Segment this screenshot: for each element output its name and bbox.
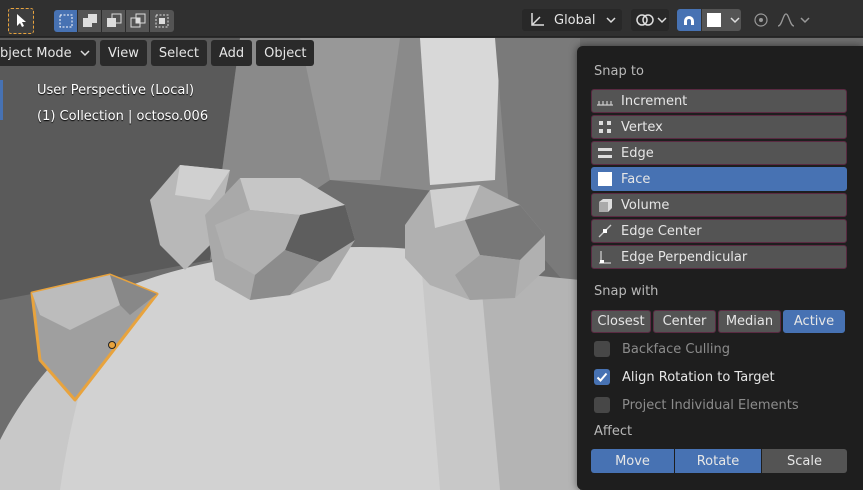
snap-face-icon [707, 13, 721, 27]
mode-invert-icon [130, 13, 145, 28]
menu-object[interactable]: Object [256, 40, 315, 66]
orientation-icon [531, 13, 544, 26]
edge-center-icon [596, 223, 614, 239]
project-individual-checkbox[interactable] [594, 397, 610, 413]
vertex-icon [596, 119, 614, 135]
viewport-header: Global [0, 0, 863, 37]
selection-mode-group [54, 10, 174, 32]
orientation-label: Global [554, 12, 596, 28]
snap-to-heading: Snap to [594, 64, 644, 79]
snap-with-group: Closest Center Median Active [591, 310, 845, 333]
align-rotation-checkbox[interactable] [594, 369, 610, 385]
proportional-edit-icon [754, 13, 768, 27]
face-icon [596, 171, 614, 187]
checkmark-icon [596, 372, 608, 382]
snap-with-active[interactable]: Active [783, 310, 845, 333]
interaction-mode-dropdown[interactable]: bject Mode [0, 40, 96, 66]
falloff-icon [777, 13, 795, 27]
snap-to-edge-center[interactable]: Edge Center [591, 219, 847, 243]
mode-new-button[interactable] [54, 10, 78, 32]
snap-item-label: Volume [621, 197, 670, 213]
menu-select[interactable]: Select [150, 40, 207, 66]
viewport-collection-label: (1) Collection | octoso.006 [37, 109, 209, 124]
option-label: Align Rotation to Target [622, 369, 775, 385]
toolbar-edge-tab[interactable] [0, 80, 3, 120]
viewport-menubar: bject Mode View Select Add Object [0, 40, 315, 66]
mode-extend-button[interactable] [78, 10, 102, 32]
pivot-point-dropdown[interactable] [631, 9, 669, 31]
pivot-icon [636, 14, 654, 26]
affect-group: Move Rotate Scale [591, 449, 847, 473]
snap-to-vertex[interactable]: Vertex [591, 115, 847, 139]
snap-item-label: Edge Center [621, 223, 702, 239]
mode-invert-button[interactable] [126, 10, 150, 32]
falloff-dropdown[interactable] [776, 9, 812, 31]
snap-item-label: Edge [621, 145, 654, 161]
select-box-icon [17, 14, 26, 27]
snap-item-label: Edge Perpendicular [621, 249, 748, 265]
mode-intersect-icon [155, 14, 169, 28]
backface-culling-option[interactable]: Backface Culling [594, 341, 730, 357]
backface-culling-checkbox[interactable] [594, 341, 610, 357]
option-label: Project Individual Elements [622, 397, 799, 413]
snap-to-increment[interactable]: Increment [591, 89, 847, 113]
viewport-perspective-label: User Perspective (Local) [37, 83, 195, 98]
affect-scale-button[interactable]: Scale [762, 449, 847, 473]
mode-intersect-button[interactable] [150, 10, 174, 32]
mode-new-icon [59, 14, 72, 28]
chevron-down-icon [730, 17, 740, 24]
mode-extend-icon [82, 14, 97, 27]
option-label: Backface Culling [622, 341, 731, 357]
snap-to-list: Increment Vertex Edge Face Volume Edge C… [591, 89, 847, 271]
snap-to-face[interactable]: Face [591, 167, 847, 191]
snap-with-center[interactable]: Center [653, 310, 716, 333]
snap-to-edge-perpendicular[interactable]: Edge Perpendicular [591, 245, 847, 269]
transform-orientation-dropdown[interactable]: Global [522, 9, 622, 31]
proportional-edit-button[interactable] [752, 11, 770, 29]
affect-move-button[interactable]: Move [591, 449, 674, 473]
project-individual-option[interactable]: Project Individual Elements [594, 397, 799, 413]
chevron-down-icon [800, 17, 810, 24]
snap-toggle-button[interactable] [677, 9, 701, 31]
interaction-mode-label: bject Mode [0, 45, 72, 61]
snap-with-heading: Snap with [594, 284, 659, 299]
align-rotation-option[interactable]: Align Rotation to Target [594, 369, 775, 385]
chevron-down-icon [606, 17, 616, 24]
mode-subtract-icon [106, 13, 121, 27]
snap-magnet-icon [684, 16, 694, 25]
chevron-down-icon [80, 50, 90, 57]
snap-to-volume[interactable]: Volume [591, 193, 847, 217]
affect-rotate-button[interactable]: Rotate [675, 449, 761, 473]
affect-heading: Affect [594, 424, 633, 439]
snap-to-edge[interactable]: Edge [591, 141, 847, 165]
snapping-popover: Snap to Increment Vertex Edge Face Volum… [577, 46, 863, 490]
edge-icon [596, 145, 614, 161]
select-box-tool-button[interactable] [8, 8, 34, 34]
volume-icon [596, 197, 614, 213]
snap-element-dropdown[interactable] [702, 9, 741, 31]
snap-item-label: Increment [621, 93, 688, 109]
menu-view[interactable]: View [100, 40, 147, 66]
mode-subtract-button[interactable] [102, 10, 126, 32]
increment-icon [596, 93, 614, 109]
snap-with-closest[interactable]: Closest [591, 310, 651, 333]
snap-item-label: Vertex [621, 119, 663, 135]
snap-with-median[interactable]: Median [718, 310, 781, 333]
snap-item-label: Face [621, 171, 651, 187]
edge-perpendicular-icon [596, 249, 614, 265]
menu-add[interactable]: Add [210, 40, 253, 66]
chevron-down-icon [657, 17, 667, 24]
